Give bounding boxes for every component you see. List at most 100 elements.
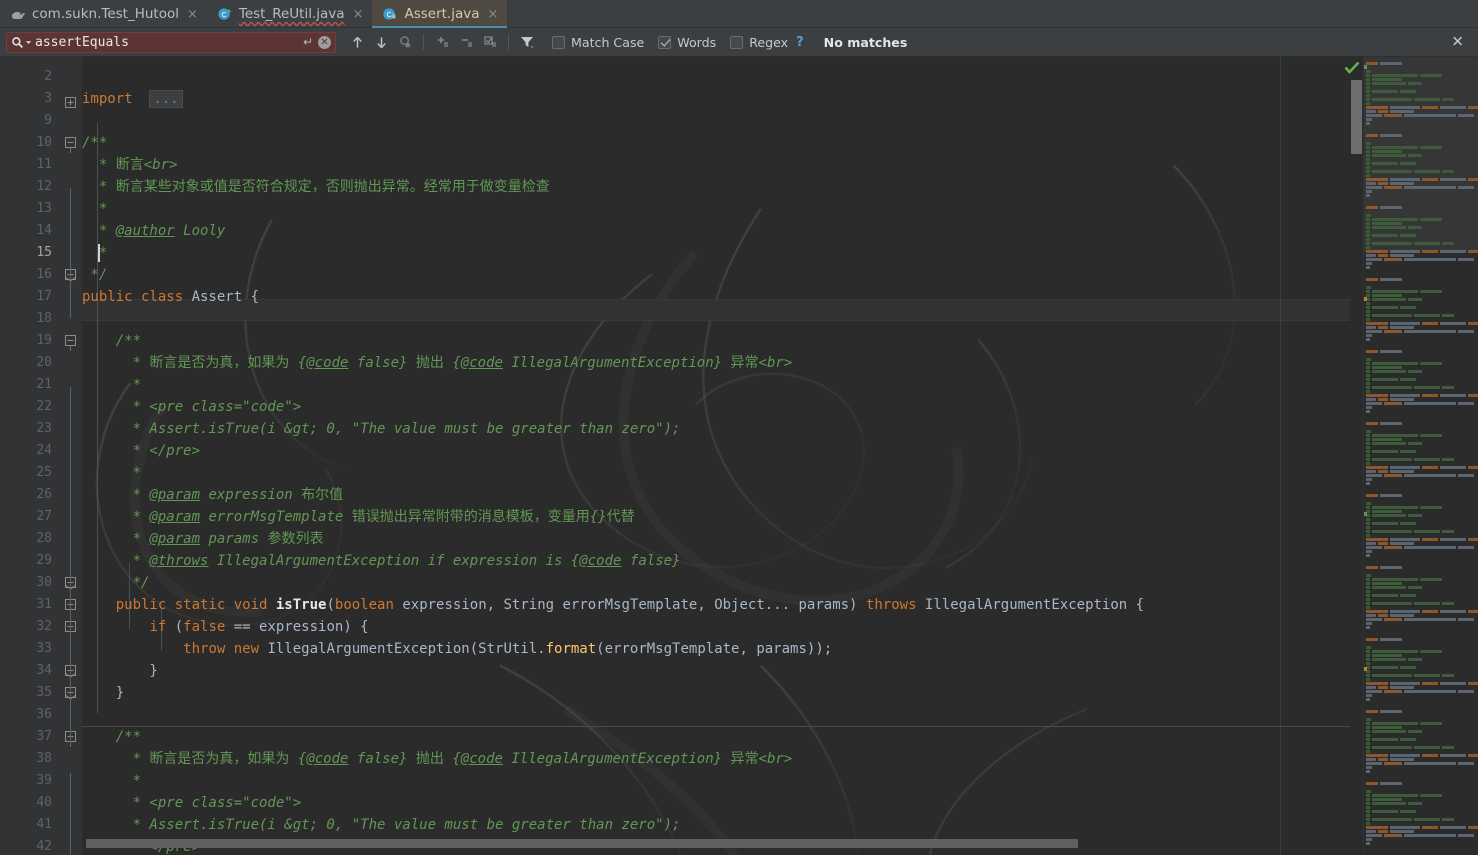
code-line[interactable]: } [82, 682, 124, 704]
search-field-container[interactable]: ↵ ✕ [6, 31, 336, 53]
code-line[interactable]: if (false == expression) { [82, 616, 368, 638]
regex-help-icon[interactable]: ? [796, 35, 804, 50]
code-line[interactable] [82, 110, 90, 132]
code-line[interactable]: * @param params 参数列表 [82, 528, 324, 550]
tab-test-reutil-java[interactable]: C Test_ReUtil.java × [207, 0, 373, 28]
code-line[interactable]: * [82, 462, 141, 484]
code-line[interactable]: /** [82, 132, 107, 154]
code-text-area[interactable]: import ... /** * 断言<br> * 断言某些对象或值是否符合规定… [82, 57, 1478, 855]
code-line[interactable]: throw new IllegalArgumentException(StrUt… [82, 638, 832, 660]
filter-icon[interactable] [516, 31, 538, 53]
code-line[interactable]: * 断言是否为真，如果为 {@code false} 抛出 {@code Ill… [82, 352, 793, 374]
search-input[interactable] [35, 34, 298, 50]
code-line[interactable]: * 断言<br> [82, 154, 178, 176]
code-editor[interactable]: 2 3 9 10 11 12 13 14 15 16 17 18 19 20 21 22 23 24 25 26 27 2… [0, 57, 1478, 855]
line-number: 35 [36, 685, 52, 700]
match-case-checkbox[interactable]: Match Case [552, 35, 644, 50]
line-number: 9 [44, 113, 52, 128]
words-checkbox[interactable]: Words [658, 35, 716, 50]
code-line[interactable]: public class Assert { [82, 286, 259, 308]
tab-close-icon[interactable]: × [187, 8, 198, 21]
line-number: 14 [36, 223, 52, 238]
code-line[interactable]: * [82, 374, 141, 396]
checkbox-box[interactable] [552, 35, 565, 49]
regex-checkbox[interactable]: Regex [730, 35, 788, 50]
line-number: 16 [36, 267, 52, 282]
code-line[interactable]: * @param expression 布尔值 [82, 484, 344, 506]
code-line[interactable]: * </pre> [82, 440, 200, 462]
line-number-gutter[interactable]: 2 3 9 10 11 12 13 14 15 16 17 18 19 20 21 22 23 24 25 26 27 2… [0, 57, 60, 855]
code-folding-gutter[interactable] [60, 57, 82, 855]
code-line[interactable]: * Assert.isTrue(i &gt; 0, "The value mus… [82, 418, 681, 440]
code-line[interactable]: } [82, 660, 157, 682]
code-line[interactable]: * 断言某些对象或值是否符合规定，否则抛出异常。经常用于做变量检查 [82, 176, 550, 198]
code-line[interactable]: * [82, 242, 107, 264]
line-number: 34 [36, 663, 52, 678]
fold-collapse-icon[interactable] [65, 335, 76, 351]
chevron-down-icon [25, 40, 32, 44]
horizontal-scrollbar-thumb[interactable] [86, 839, 1078, 848]
line-number: 21 [36, 377, 52, 392]
editor-tab-bar: com.sukn.Test_Hutool × C Test_ReUtil.jav… [0, 0, 1478, 28]
add-selection-icon[interactable] [431, 31, 453, 53]
code-line[interactable]: public static void isTrue(boolean expres… [82, 594, 1144, 616]
horizontal-scrollbar[interactable] [86, 839, 1276, 848]
code-line[interactable] [82, 704, 90, 726]
code-line[interactable]: * [82, 770, 141, 792]
tab-assert-java[interactable]: C Assert.java × [372, 0, 508, 28]
fold-region-line [70, 188, 71, 318]
vertical-scrollbar-thumb[interactable] [1351, 80, 1362, 154]
arrow-down-icon[interactable] [370, 31, 392, 53]
java-run-class-icon: C [217, 6, 233, 22]
checkbox-box-checked[interactable] [658, 35, 672, 49]
code-line[interactable]: * [82, 198, 107, 220]
select-lines-icon[interactable] [479, 31, 501, 53]
new-line-icon[interactable]: ↵ [301, 35, 315, 49]
line-number: 2 [44, 69, 52, 84]
close-icon[interactable]: ✕ [1451, 34, 1464, 50]
code-line[interactable]: * @throws IllegalArgumentException if ex… [82, 550, 681, 572]
line-number: 30 [36, 575, 52, 590]
find-toolbar: ↵ ✕ [0, 28, 1478, 57]
line-number: 26 [36, 487, 52, 502]
line-number: 40 [36, 795, 52, 810]
line-number: 22 [36, 399, 52, 414]
inspection-ok-checkmark-icon[interactable] [1344, 60, 1360, 79]
code-line[interactable] [82, 308, 90, 330]
checkbox-box[interactable] [730, 35, 744, 49]
fold-collapse-icon[interactable] [65, 137, 76, 153]
clear-icon[interactable]: ✕ [318, 35, 331, 49]
code-line[interactable]: */ [82, 572, 150, 594]
magnifier-icon[interactable] [11, 36, 32, 49]
toolbar-separator [423, 34, 424, 50]
line-number: 24 [36, 443, 52, 458]
line-number: 42 [36, 839, 52, 854]
tab-close-icon[interactable]: × [353, 8, 364, 21]
select-all-occurrences-icon[interactable] [394, 31, 416, 53]
line-number: 31 [36, 597, 52, 612]
line-number: 12 [36, 179, 52, 194]
line-number: 32 [36, 619, 52, 634]
vertical-scrollbar[interactable] [1350, 57, 1363, 855]
code-line[interactable]: * <pre class="code"> [82, 792, 302, 814]
code-minimap[interactable] [1363, 57, 1478, 855]
fold-expand-icon[interactable] [65, 93, 76, 108]
code-line[interactable]: * Assert.isTrue(i &gt; 0, "The value mus… [82, 814, 681, 836]
minimap-marker [1364, 297, 1367, 301]
code-line[interactable] [82, 66, 90, 88]
tab-com-sukn-test-hutool[interactable]: com.sukn.Test_Hutool × [0, 0, 207, 28]
code-line[interactable]: import ... [82, 88, 183, 110]
tab-label: Assert.java [404, 6, 480, 22]
code-line[interactable]: * <pre class="code"> [82, 396, 302, 418]
line-number: 41 [36, 817, 52, 832]
remove-selection-icon[interactable] [455, 31, 477, 53]
code-line[interactable]: /** [82, 726, 141, 748]
find-nav-buttons [346, 31, 538, 53]
code-line[interactable]: /** [82, 330, 141, 352]
arrow-up-icon[interactable] [346, 31, 368, 53]
code-line[interactable]: * 断言是否为真，如果为 {@code false} 抛出 {@code Ill… [82, 748, 793, 770]
code-line[interactable]: * @param errorMsgTemplate 错误抛出异常附带的消息模板，… [82, 506, 635, 528]
code-line[interactable]: * @author Looly [82, 220, 225, 242]
tab-close-icon[interactable]: × [488, 8, 499, 21]
code-line[interactable]: */ [82, 264, 107, 286]
